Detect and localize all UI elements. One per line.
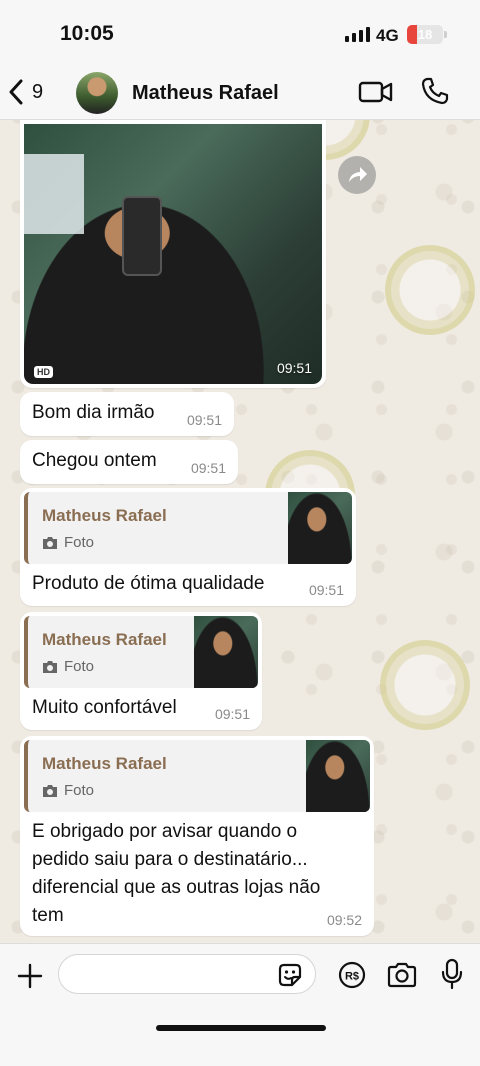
status-time: 10:05 — [60, 22, 114, 45]
payment-button[interactable]: R$ — [338, 961, 366, 989]
message-time: 09:51 — [190, 460, 226, 476]
selfie-photo[interactable]: HD 09:51 — [24, 124, 322, 384]
forward-icon — [338, 156, 376, 194]
reply-message[interactable]: Matheus Rafael Foto E obrigado por avisa… — [20, 736, 374, 936]
message-bubble[interactable]: Bom dia irmão 09:51 — [20, 392, 234, 436]
signal-icon — [345, 27, 370, 42]
quote-label: Foto — [42, 658, 94, 675]
sticker-icon — [276, 961, 304, 989]
home-indicator[interactable] — [156, 1025, 326, 1031]
battery-icon: 18 — [407, 25, 443, 44]
battery-percent: 18 — [417, 27, 433, 42]
phone-icon — [420, 76, 450, 106]
camera-icon — [42, 784, 58, 798]
photo-message[interactable]: HD 09:51 — [20, 120, 326, 388]
quote-thumbnail — [288, 492, 352, 564]
svg-text:R$: R$ — [345, 971, 359, 983]
camera-icon — [42, 660, 58, 674]
message-time: 09:51 — [276, 360, 312, 376]
quoted-message[interactable]: Matheus Rafael Foto — [24, 740, 370, 812]
microphone-icon — [440, 958, 464, 990]
quoted-message[interactable]: Matheus Rafael Foto — [24, 492, 352, 564]
quote-author: Matheus Rafael — [42, 630, 167, 649]
message-text-line: pedido saiu para o destinatário... — [32, 849, 308, 870]
quote-label: Foto — [42, 782, 94, 799]
photo-window — [24, 154, 84, 234]
video-call-icon — [358, 78, 394, 106]
quote-label: Foto — [42, 534, 94, 551]
hd-badge: HD — [34, 366, 53, 378]
message-time: 09:51 — [186, 412, 222, 428]
forward-button[interactable] — [338, 156, 376, 194]
quote-label-text: Foto — [64, 534, 95, 551]
message-text: Muito confortável — [32, 697, 177, 718]
message-text: Chegou ontem — [32, 450, 157, 471]
back-button[interactable]: 9 — [8, 76, 43, 108]
status-bar: 10:05 4G 18 — [0, 0, 480, 62]
back-chevron-icon — [8, 79, 24, 105]
message-list[interactable]: HD 09:51 Bom dia irmão 09:51 Chegou onte… — [0, 120, 480, 943]
camera-icon — [386, 961, 418, 989]
reply-message[interactable]: Matheus Rafael Foto Produto de ótima qua… — [20, 488, 356, 606]
battery-tip — [444, 31, 447, 38]
sticker-button[interactable] — [276, 961, 304, 989]
quote-thumbnail — [194, 616, 258, 688]
attach-button[interactable] — [16, 962, 44, 990]
quote-author: Matheus Rafael — [42, 754, 167, 773]
message-text: Bom dia irmão — [32, 402, 155, 423]
video-call-button[interactable] — [358, 78, 394, 106]
microphone-button[interactable] — [440, 958, 464, 990]
photo-phone — [122, 196, 162, 276]
message-text: E obrigado por avisar quando o pedido sa… — [32, 818, 320, 930]
avatar[interactable] — [76, 72, 118, 114]
message-text-line: E obrigado por avisar quando o — [32, 821, 298, 842]
message-text-line: tem — [32, 905, 64, 926]
chat-header: 9 Matheus Rafael — [0, 62, 480, 120]
network-type: 4G — [376, 26, 399, 45]
message-time: 09:51 — [214, 706, 250, 722]
camera-icon — [42, 536, 58, 550]
message-time: 09:52 — [326, 912, 362, 928]
message-text-line: diferencial que as outras lojas não — [32, 877, 321, 898]
input-bar: R$ — [0, 943, 480, 1066]
message-text: Produto de ótima qualidade — [32, 573, 265, 594]
contact-name[interactable]: Matheus Rafael — [132, 82, 279, 105]
quote-thumbnail — [306, 740, 370, 812]
plus-icon — [16, 962, 44, 990]
camera-button[interactable] — [386, 961, 418, 989]
reply-message[interactable]: Matheus Rafael Foto Muito confortável 09… — [20, 612, 262, 730]
quote-author: Matheus Rafael — [42, 506, 167, 525]
quote-label-text: Foto — [64, 782, 95, 799]
message-time: 09:51 — [308, 582, 344, 598]
quote-label-text: Foto — [64, 658, 95, 675]
message-bubble[interactable]: Chegou ontem 09:51 — [20, 440, 238, 484]
unread-count: 9 — [32, 80, 44, 103]
payment-icon: R$ — [338, 961, 366, 989]
voice-call-button[interactable] — [420, 76, 450, 106]
quoted-message[interactable]: Matheus Rafael Foto — [24, 616, 258, 688]
